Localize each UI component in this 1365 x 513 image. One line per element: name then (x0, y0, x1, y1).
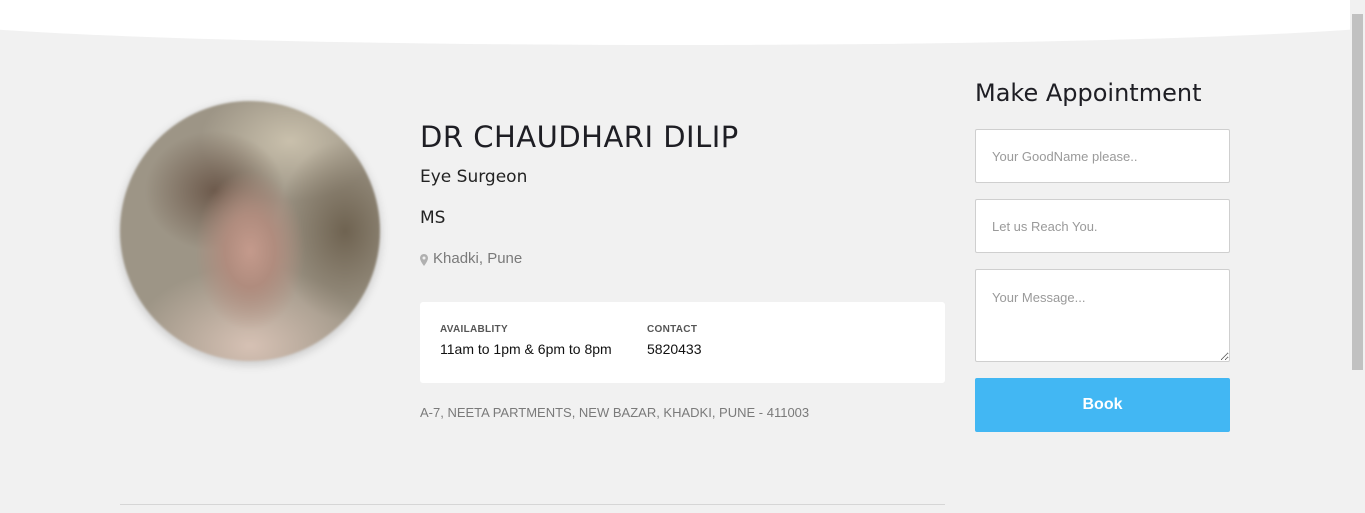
doctor-location: Khadki, Pune (420, 250, 522, 267)
location-text: Khadki, Pune (433, 250, 523, 267)
page: DR CHAUDHARI DILIP Eye Surgeon MS Khadki… (0, 0, 1365, 513)
book-button[interactable]: Book (975, 378, 1230, 432)
contact-block: CONTACT 5820433 (647, 324, 702, 357)
doctor-address: A-7, NEETA PARTMENTS, NEW BAZAR, KHADKI,… (420, 405, 810, 420)
scrollbar[interactable] (1350, 0, 1365, 513)
scrollbar-thumb[interactable] (1352, 14, 1363, 370)
contact-value: 5820433 (647, 341, 702, 357)
message-textarea[interactable] (975, 269, 1230, 362)
doctor-degree: MS (420, 208, 446, 228)
header-curve (0, 0, 1365, 45)
name-input[interactable] (975, 129, 1230, 183)
contact-input[interactable] (975, 199, 1230, 253)
doctor-name: DR CHAUDHARI DILIP (420, 120, 739, 154)
appointment-title: Make Appointment (975, 79, 1202, 107)
contact-label: CONTACT (647, 324, 698, 335)
info-card: AVAILABLITY 11am to 1pm & 6pm to 8pm CON… (420, 302, 945, 383)
availability-block: AVAILABLITY 11am to 1pm & 6pm to 8pm (440, 324, 612, 357)
availability-label: AVAILABLITY (440, 324, 508, 335)
doctor-avatar (120, 101, 380, 361)
availability-value: 11am to 1pm & 6pm to 8pm (440, 341, 612, 357)
section-divider (120, 504, 945, 505)
map-pin-icon (420, 253, 428, 266)
doctor-specialty: Eye Surgeon (420, 167, 528, 187)
